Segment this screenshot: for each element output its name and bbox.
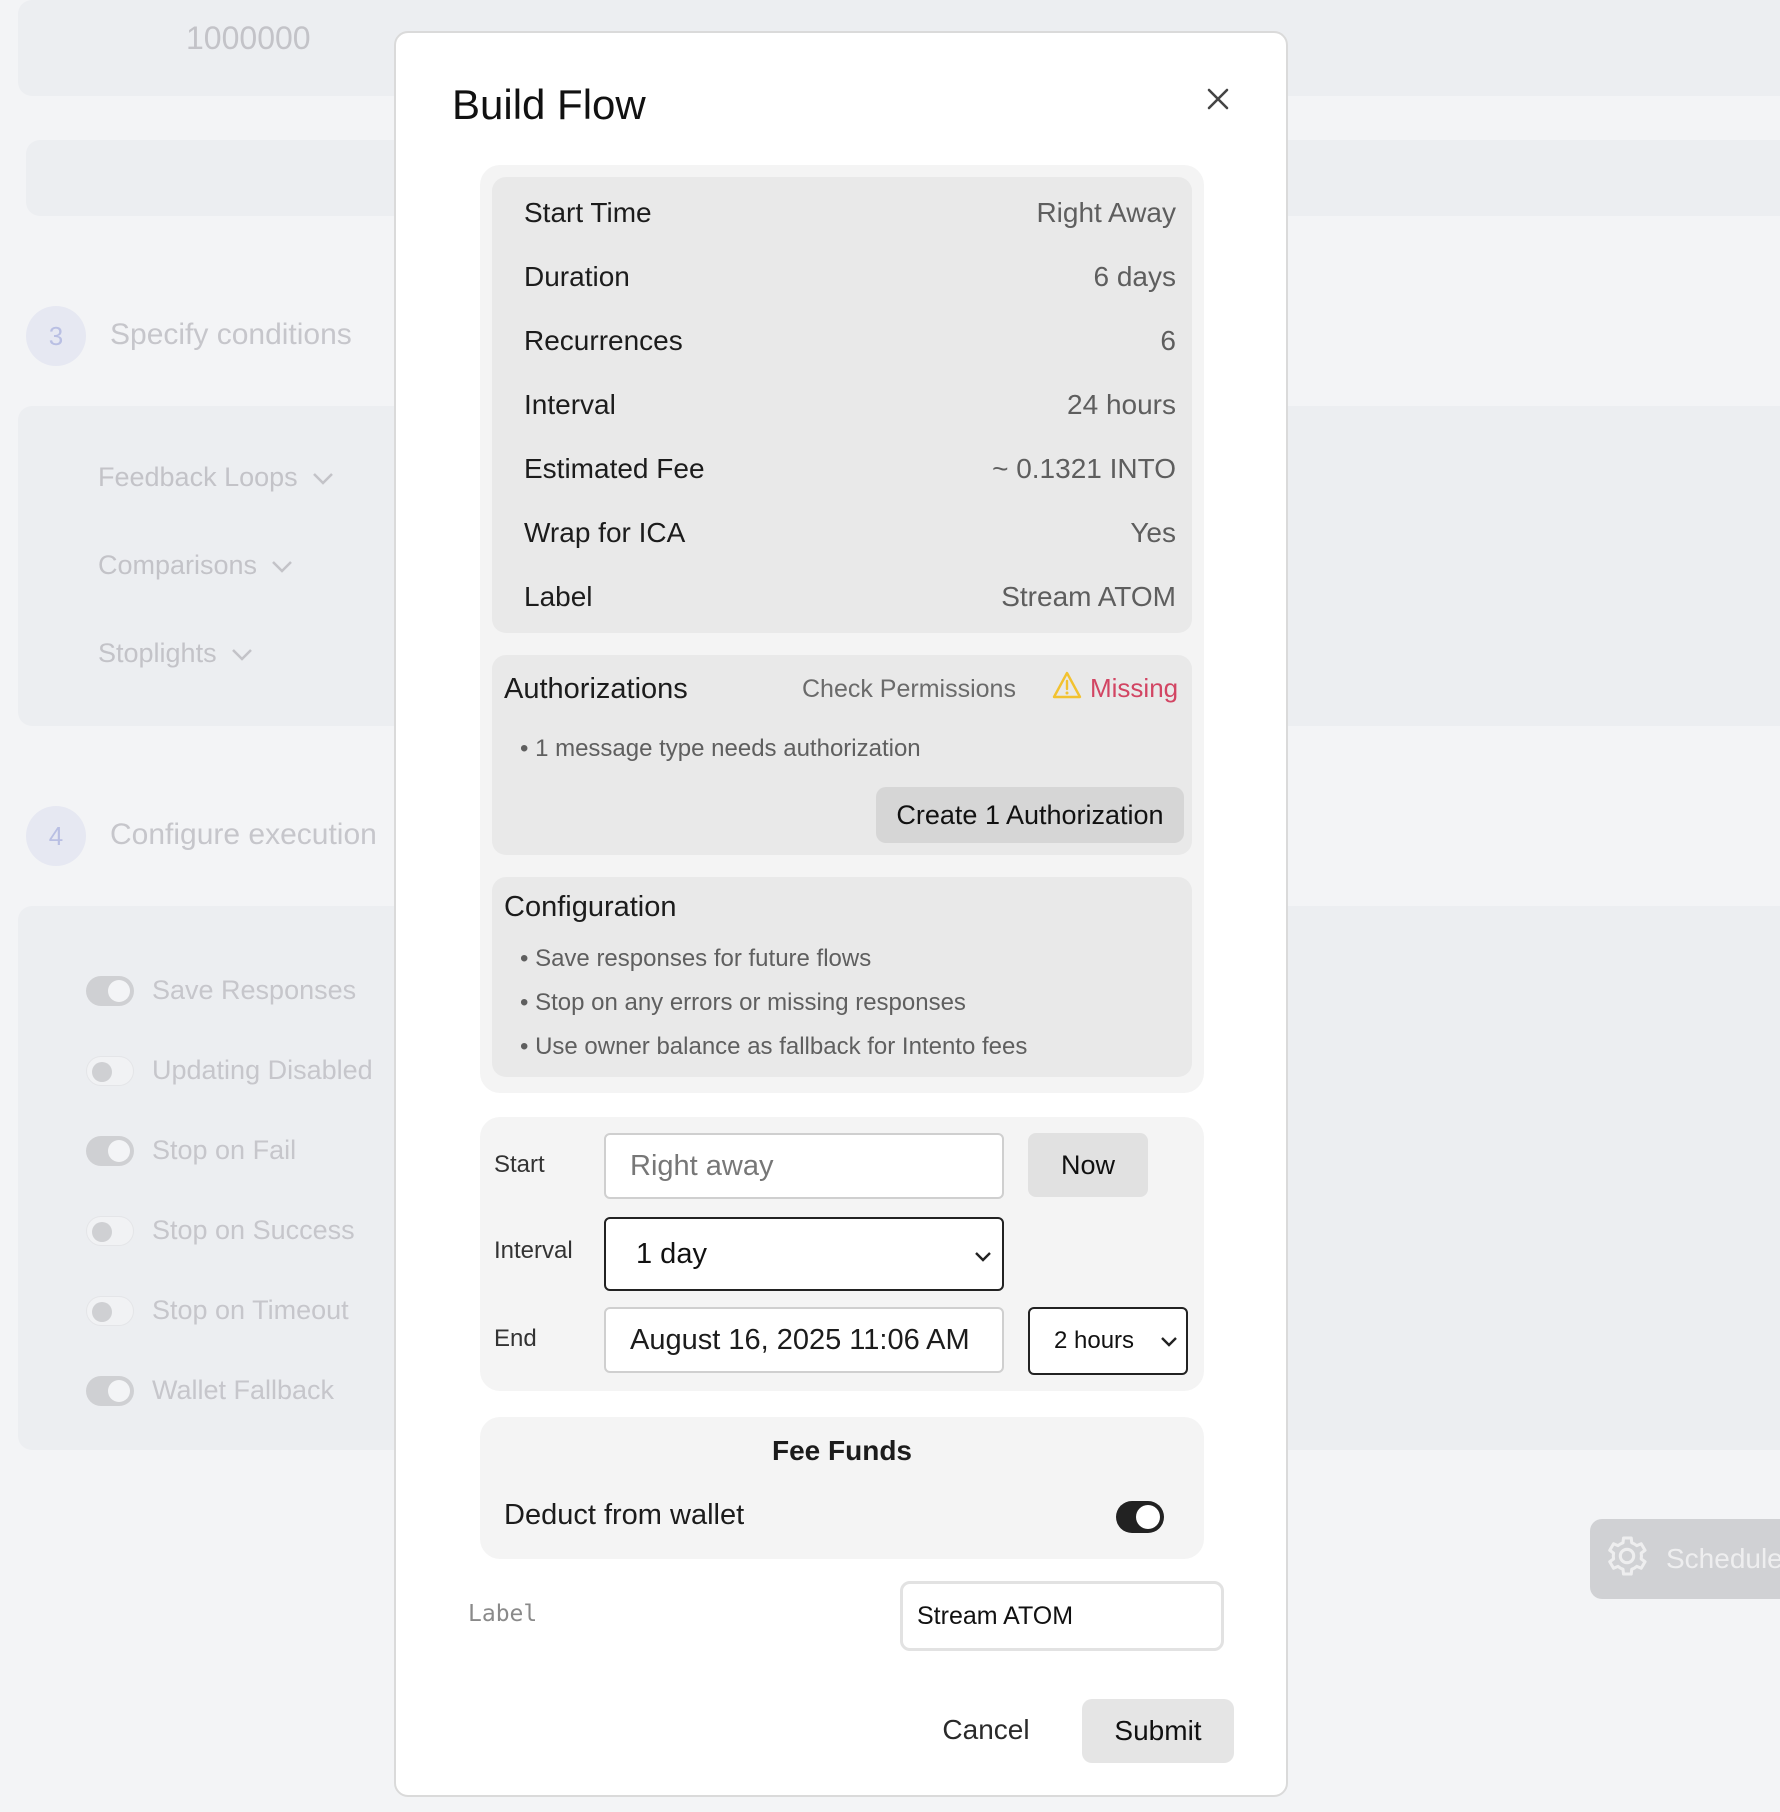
chevron-down-icon [231, 638, 253, 669]
deduct-from-wallet-label: Deduct from wallet [504, 1499, 745, 1531]
check-permissions-link[interactable]: Check Permissions [802, 675, 1016, 704]
toggle-stop-on-timeout[interactable]: Stop on Timeout [86, 1295, 349, 1326]
summary-label: Interval [524, 389, 616, 420]
deduct-from-wallet-toggle[interactable] [1116, 1501, 1164, 1533]
summary-row-estimated-fee: Estimated Fee ~ 0.1321 INTO [524, 449, 1176, 489]
end-offset-select[interactable]: 2 hours [1028, 1307, 1188, 1375]
toggle-save-responses[interactable]: Save Responses [86, 975, 356, 1006]
summary-value: Right Away [1036, 197, 1176, 228]
dropdown-feedback-loops[interactable]: Feedback Loops [98, 462, 334, 493]
close-button[interactable] [1196, 79, 1240, 123]
chevron-down-icon [974, 1238, 992, 1271]
step-4-title: Configure execution [110, 818, 377, 851]
dropdown-label: Stoplights [98, 638, 217, 668]
toggle-switch[interactable] [86, 1135, 134, 1166]
schedule-button-label: Schedule [1666, 1543, 1780, 1574]
fee-funds-title: Fee Funds [771, 1435, 912, 1466]
dropdown-stoplights[interactable]: Stoplights [98, 638, 253, 669]
schedule-panel: Start Now Interval 1 day End August 16, … [480, 1117, 1204, 1391]
summary-label: Start Time [524, 197, 652, 228]
interval-select[interactable]: 1 day [604, 1217, 1004, 1291]
submit-button[interactable]: Submit [1082, 1699, 1234, 1763]
dropdown-comparisons[interactable]: Comparisons [98, 550, 293, 581]
label-field-caption: Label [468, 1601, 538, 1627]
schedule-button[interactable]: Schedule [1590, 1519, 1780, 1599]
toggle-label: Stop on Timeout [152, 1295, 349, 1325]
authorization-note: • 1 message type needs authorization [520, 735, 921, 762]
summary-card: Start Time Right Away Duration 6 days Re… [492, 177, 1192, 633]
summary-row-start-time: Start Time Right Away [524, 193, 1176, 233]
summary-value: Yes [1130, 517, 1176, 548]
interval-label: Interval [494, 1237, 573, 1264]
toggle-switch[interactable] [86, 1055, 134, 1086]
summary-value: 24 hours [1067, 389, 1176, 420]
gear-icon [1604, 1533, 1650, 1586]
authorizations-title: Authorizations [504, 673, 688, 705]
toggle-stop-on-success[interactable]: Stop on Success [86, 1215, 355, 1246]
toggle-label: Updating Disabled [152, 1055, 373, 1085]
summary-value: 6 days [1093, 261, 1177, 292]
end-label: End [494, 1325, 537, 1352]
summary-value: 6 [1160, 325, 1176, 356]
configuration-card: Configuration • Save responses for futur… [492, 877, 1192, 1077]
summary-row-interval: Interval 24 hours [524, 385, 1176, 425]
start-input[interactable] [604, 1133, 1004, 1199]
toggle-switch[interactable] [86, 975, 134, 1006]
create-authorization-button[interactable]: Create 1 Authorization [876, 787, 1184, 843]
toggle-wallet-fallback[interactable]: Wallet Fallback [86, 1375, 334, 1406]
end-value: August 16, 2025 11:06 AM [630, 1323, 970, 1356]
toggle-switch[interactable] [86, 1295, 134, 1326]
start-label: Start [494, 1151, 545, 1178]
summary-value: Stream ATOM [1001, 581, 1176, 612]
cancel-button[interactable]: Cancel [918, 1699, 1054, 1761]
summary-value: ~ 0.1321 INTO [992, 453, 1176, 484]
summary-label: Wrap for ICA [524, 517, 686, 548]
configuration-item: • Use owner balance as fallback for Inte… [520, 1033, 1028, 1060]
configuration-title: Configuration [504, 891, 677, 923]
chevron-down-icon [271, 550, 293, 581]
build-flow-modal: Build Flow Start Time Right Away Duratio… [394, 31, 1288, 1797]
status-text: Missing [1090, 673, 1179, 703]
summary-row-wrap-for-ica: Wrap for ICA Yes [524, 513, 1176, 553]
modal-title: Build Flow [452, 81, 646, 128]
summary-row-label: Label Stream ATOM [524, 577, 1176, 617]
step-4-circle: 4 [26, 806, 86, 866]
summary-label: Recurrences [524, 325, 683, 356]
chevron-down-icon [1160, 1327, 1178, 1355]
label-input[interactable] [900, 1581, 1224, 1651]
configuration-item: • Stop on any errors or missing response… [520, 989, 966, 1016]
end-input[interactable]: August 16, 2025 11:06 AM [604, 1307, 1004, 1373]
summary-label: Estimated Fee [524, 453, 705, 484]
interval-value: 1 day [636, 1237, 707, 1270]
summary-label: Duration [524, 261, 630, 292]
fee-funds-panel: Fee Funds Deduct from wallet [480, 1417, 1204, 1559]
amount-value: 1000000 [186, 20, 311, 56]
configuration-item: • Save responses for future flows [520, 945, 872, 972]
end-offset-value: 2 hours [1054, 1327, 1135, 1354]
step-3-title: Specify conditions [110, 318, 352, 351]
warning-icon [1052, 671, 1082, 706]
summary-row-duration: Duration 6 days [524, 257, 1176, 297]
summary-label: Label [524, 581, 593, 612]
authorizations-card: Authorizations Check Permissions Missing… [492, 655, 1192, 855]
status-badge: Missing [1052, 671, 1178, 706]
toggle-switch[interactable] [86, 1215, 134, 1246]
dropdown-label: Feedback Loops [98, 462, 298, 492]
chevron-down-icon [312, 462, 334, 493]
toggle-label: Stop on Success [152, 1215, 355, 1245]
toggle-label: Save Responses [152, 975, 357, 1005]
toggle-label: Wallet Fallback [152, 1375, 335, 1405]
toggle-label: Stop on Fail [152, 1135, 297, 1165]
now-button[interactable]: Now [1028, 1133, 1148, 1197]
toggle-switch[interactable] [86, 1375, 134, 1406]
summary-row-recurrences: Recurrences 6 [524, 321, 1176, 361]
toggle-stop-on-fail[interactable]: Stop on Fail [86, 1135, 296, 1166]
toggle-updating-disabled[interactable]: Updating Disabled [86, 1055, 373, 1086]
dropdown-label: Comparisons [98, 550, 258, 580]
step-3-circle: 3 [26, 306, 86, 366]
flow-summary-panel: Start Time Right Away Duration 6 days Re… [480, 165, 1204, 1093]
close-icon [1207, 88, 1229, 115]
